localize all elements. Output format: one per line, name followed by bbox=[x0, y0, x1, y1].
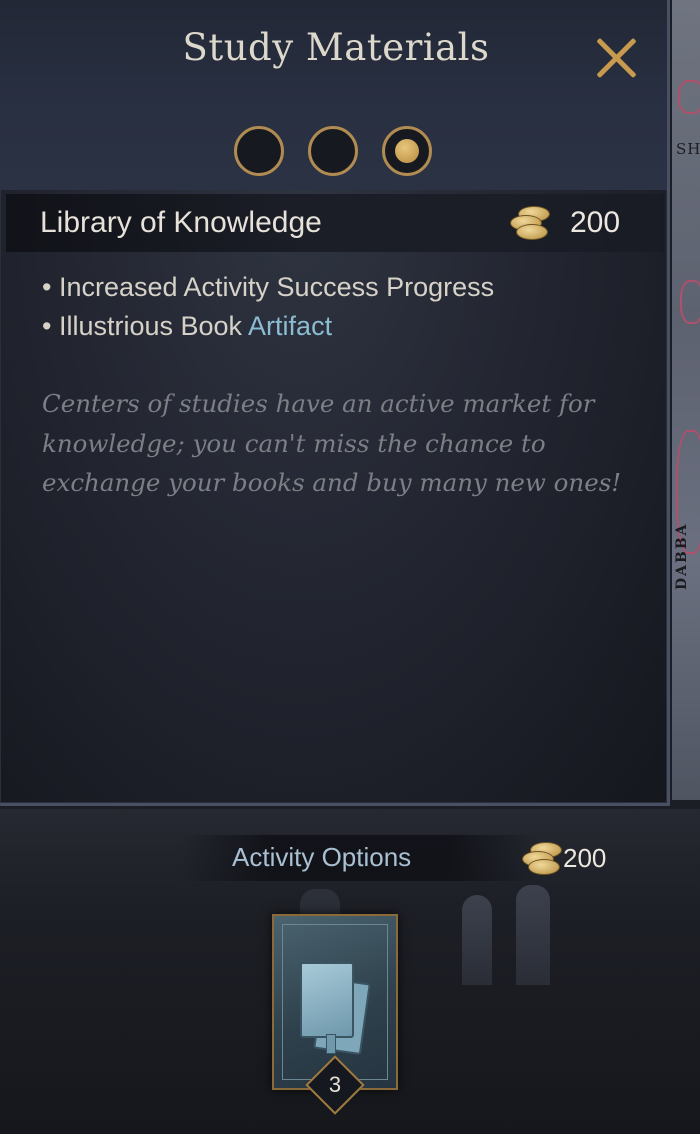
gold-coins-icon bbox=[522, 842, 564, 876]
map-province-border bbox=[680, 280, 700, 324]
panel-title: Study Materials bbox=[182, 26, 490, 69]
option-name: Library of Knowledge bbox=[40, 206, 322, 239]
effect-text: • Illustrious Book bbox=[42, 311, 249, 341]
window-arch bbox=[462, 895, 492, 985]
map-region-label: DABBA bbox=[674, 522, 690, 590]
option-effects-list: • Increased Activity Success Progress • … bbox=[42, 268, 494, 346]
option-pager bbox=[234, 126, 444, 178]
option-page-dot-2[interactable] bbox=[308, 126, 358, 176]
effect-text: • Increased Activity Success Progress bbox=[42, 272, 495, 302]
activity-options-label: Activity Options bbox=[232, 842, 412, 872]
gold-coins-icon bbox=[510, 206, 552, 240]
flavor-text: Centers of studies have an active market… bbox=[42, 389, 622, 497]
option-header-row: Library of Knowledge 200 bbox=[6, 194, 664, 252]
activity-options-cost: 200 bbox=[563, 843, 607, 873]
option-count-number: 3 bbox=[328, 1072, 342, 1097]
map-label: SH bbox=[676, 140, 700, 158]
window-arch bbox=[516, 885, 550, 985]
map-background: SH bbox=[672, 0, 700, 800]
option-cost: 200 bbox=[570, 206, 621, 239]
map-province-border bbox=[678, 80, 700, 114]
effect-item: • Increased Activity Success Progress bbox=[42, 268, 494, 307]
option-page-dot-3[interactable] bbox=[382, 126, 432, 176]
close-icon[interactable] bbox=[592, 34, 640, 82]
effect-item: • Illustrious Book Artifact bbox=[42, 307, 494, 346]
option-page-dot-1[interactable] bbox=[234, 126, 284, 176]
artifact-link[interactable]: Artifact bbox=[248, 311, 332, 341]
study-materials-panel: Study Materials Library of Knowledge 200… bbox=[0, 0, 670, 806]
